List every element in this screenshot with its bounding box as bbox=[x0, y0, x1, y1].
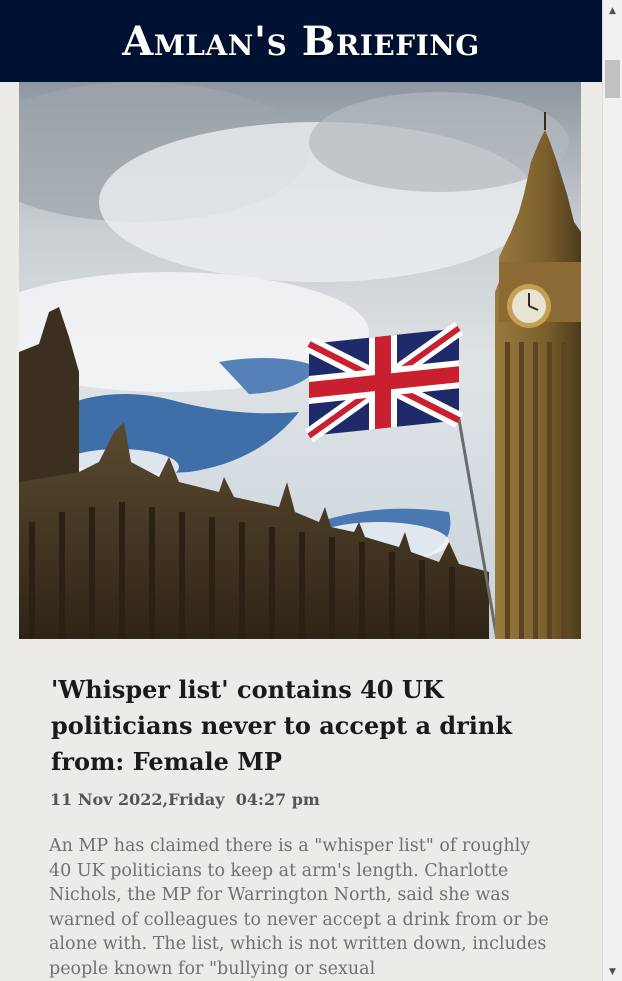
scroll-up-icon[interactable]: ▲ bbox=[603, 2, 622, 19]
scroll-down-icon[interactable]: ▼ bbox=[603, 963, 622, 980]
article-date: 11 Nov 2022,Friday bbox=[50, 790, 225, 809]
masthead: Amlan's Briefing bbox=[0, 0, 602, 82]
article-body: An MP has claimed there is a "whisper li… bbox=[49, 836, 549, 979]
page-viewport: Amlan's Briefing 'Whisper list' contains… bbox=[0, 0, 602, 981]
article-headline[interactable]: 'Whisper list' contains 40 UK politician… bbox=[51, 672, 551, 780]
hero-illustration bbox=[19, 82, 581, 639]
article-dateline: 11 Nov 2022,Friday 04:27 pm bbox=[50, 790, 550, 809]
scrollbar-thumb[interactable] bbox=[605, 60, 620, 98]
site-title[interactable]: Amlan's Briefing bbox=[122, 18, 479, 65]
vertical-scrollbar[interactable]: ▲ ▼ bbox=[602, 0, 622, 981]
hero-image[interactable] bbox=[19, 82, 581, 639]
article-time: 04:27 pm bbox=[235, 790, 320, 809]
